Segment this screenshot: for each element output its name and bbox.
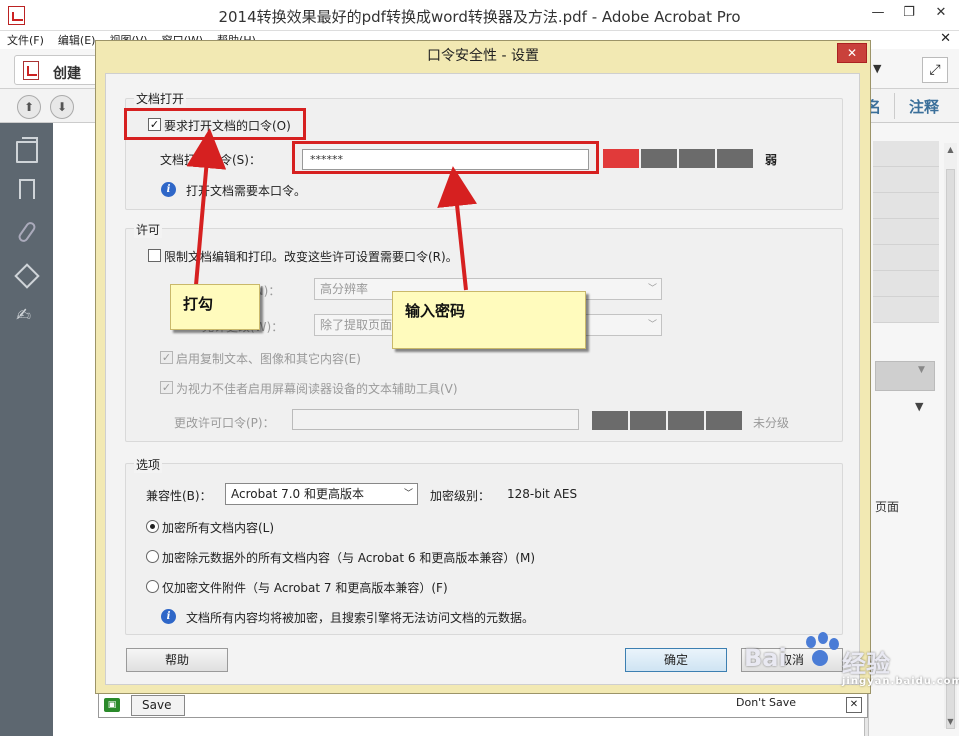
- chevron-down-icon: ﹀: [647, 284, 657, 294]
- prev-page-icon[interactable]: ⬆: [17, 95, 41, 119]
- encrypt-attachments-label: 仅加密文件附件（与 Acrobat 7 和更高版本兼容）(F): [162, 581, 448, 595]
- scroll-down-icon[interactable]: ▼: [944, 717, 957, 726]
- tools-pane-section[interactable]: [873, 167, 939, 193]
- enable-screen-reader-checkbox[interactable]: ✓: [160, 381, 173, 394]
- window-titlebar: 2014转换效果最好的pdf转换成word转换器及方法.pdf - Adobe …: [0, 0, 959, 31]
- create-button[interactable]: 创建: [14, 55, 104, 85]
- scroll-up-icon[interactable]: ▲: [944, 145, 957, 154]
- create-pdf-icon: [23, 61, 39, 80]
- strength-segment: [592, 411, 628, 430]
- compatibility-select[interactable]: Acrobat 7.0 和更高版本 ﹀: [225, 483, 418, 505]
- strength-segment: [603, 149, 639, 168]
- close-document-button[interactable]: ✕: [940, 31, 951, 46]
- tools-pane-section[interactable]: [873, 219, 939, 245]
- watermark-url: jingyan.baidu.com: [842, 676, 959, 687]
- tools-pane-dropdown[interactable]: [875, 361, 935, 391]
- changes-allowed-value: 除了提取页面: [320, 318, 393, 332]
- close-bar-icon[interactable]: ✕: [846, 697, 862, 713]
- encryption-info: 文档所有内容均将被加密，且搜索引擎将无法访问文档的元数据。: [186, 611, 535, 625]
- layers-icon[interactable]: [14, 263, 40, 289]
- restrict-editing-label: 限制文档编辑和打印。改变这些许可设置需要口令(R)。: [164, 250, 458, 264]
- tools-pane-scrollbar[interactable]: ▲ ▼: [944, 143, 957, 729]
- expand-icon[interactable]: ⤢: [922, 57, 948, 83]
- strength-segment: [717, 149, 753, 168]
- encryption-level-value: 128-bit AES: [507, 487, 578, 501]
- comment-pane-link[interactable]: 注释: [909, 96, 939, 117]
- chevron-down-icon[interactable]: ▼: [873, 62, 881, 75]
- print-allowed-value: 高分辨率: [320, 282, 369, 296]
- close-window-button[interactable]: ✕: [925, 0, 957, 28]
- dialog-title: 口令安全性 - 设置: [427, 48, 539, 64]
- info-icon: i: [161, 182, 176, 197]
- strength-segment: [668, 411, 704, 430]
- strength-segment: [630, 411, 666, 430]
- page-thumbnails-icon[interactable]: [16, 137, 38, 163]
- document-open-title: 文档打开: [134, 90, 187, 107]
- encrypt-except-metadata-radio[interactable]: [146, 550, 159, 563]
- encrypt-all-label: 加密所有文档内容(L): [162, 521, 275, 535]
- watermark-brand-right: 经验: [842, 650, 890, 678]
- menu-file[interactable]: 文件(F): [0, 31, 51, 48]
- compatibility-label: 兼容性(B)：: [146, 489, 212, 503]
- encrypt-all-radio[interactable]: [146, 520, 159, 533]
- encrypt-except-metadata-label: 加密除元数据外的所有文档内容（与 Acrobat 6 和更高版本兼容）(M): [162, 551, 536, 565]
- permissions-password-label: 更改许可口令(P)：: [174, 416, 275, 430]
- chevron-down-icon[interactable]: ▼: [915, 400, 923, 413]
- check-callout: 打勾: [170, 284, 260, 330]
- password-strength-meter: [603, 149, 753, 168]
- chevron-down-icon: ﹀: [403, 489, 413, 499]
- tools-pane-text: 页面: [875, 500, 900, 514]
- permissions-password-input[interactable]: [292, 409, 579, 430]
- encryption-level-label: 加密级别：: [430, 489, 491, 503]
- chevron-down-icon: ﹀: [647, 320, 657, 330]
- password-strength-label: 弱: [765, 153, 778, 167]
- open-password-label: 文档打开口令(S)：: [160, 153, 261, 167]
- chevron-down-icon: ▼: [918, 365, 925, 375]
- options-title: 选项: [134, 456, 163, 473]
- enable-screen-reader-label: 为视力不佳者启用屏幕阅读器设备的文本辅助工具(V): [176, 382, 458, 396]
- strength-segment: [679, 149, 715, 168]
- attachments-icon[interactable]: [16, 220, 38, 244]
- compatibility-value: Acrobat 7.0 和更高版本: [231, 487, 364, 501]
- scrollbar-thumb[interactable]: [946, 169, 955, 729]
- minimize-button[interactable]: —: [862, 0, 894, 28]
- baidu-watermark: Bai 经验 jingyan.baidu.com: [744, 632, 959, 694]
- permissions-strength-meter: [592, 411, 742, 430]
- signatures-icon[interactable]: ✍: [16, 305, 38, 327]
- next-page-icon[interactable]: ⬇: [50, 95, 74, 119]
- tools-pane-section[interactable]: [873, 193, 939, 219]
- create-label: 创建: [53, 66, 81, 82]
- tools-pane-section[interactable]: [873, 245, 939, 271]
- dialog-close-button[interactable]: ✕: [837, 43, 867, 63]
- encrypt-attachments-radio[interactable]: [146, 580, 159, 593]
- open-password-info: 打开文档需要本口令。: [186, 184, 307, 198]
- permissions-strength-label: 未分级: [753, 416, 790, 430]
- app-status-icon: ▣: [104, 698, 120, 712]
- maximize-button[interactable]: ❐: [893, 0, 925, 28]
- tools-pane-section[interactable]: [873, 271, 939, 297]
- save-bar: ▣ Save Don't Save ✕: [98, 693, 868, 718]
- strength-segment: [641, 149, 677, 168]
- restrict-editing-checkbox[interactable]: [148, 249, 161, 262]
- navigation-pane: ✍: [0, 123, 53, 736]
- help-button[interactable]: 帮助: [126, 648, 228, 672]
- window-title: 2014转换效果最好的pdf转换成word转换器及方法.pdf - Adobe …: [218, 8, 741, 26]
- tools-pane-section[interactable]: [873, 141, 939, 167]
- strength-segment: [706, 411, 742, 430]
- enable-copy-checkbox[interactable]: ✓: [160, 351, 173, 364]
- toolbar-divider: [894, 93, 895, 119]
- ok-button[interactable]: 确定: [625, 648, 727, 672]
- dont-save-button[interactable]: Don't Save: [736, 696, 796, 709]
- enable-copy-label: 启用复制文本、图像和其它内容(E): [176, 352, 361, 366]
- checkbox-highlight-box: [124, 108, 306, 140]
- info-icon: i: [161, 609, 176, 624]
- password-callout: 输入密码: [392, 291, 586, 349]
- permissions-title: 许可: [134, 221, 163, 238]
- password-highlight-box: [292, 141, 599, 174]
- bookmarks-icon[interactable]: [19, 179, 35, 199]
- save-button[interactable]: Save: [131, 695, 185, 716]
- baidu-paw-icon: [800, 632, 840, 672]
- tools-pane-section[interactable]: [873, 297, 939, 323]
- watermark-brand-left: Bai: [744, 644, 787, 672]
